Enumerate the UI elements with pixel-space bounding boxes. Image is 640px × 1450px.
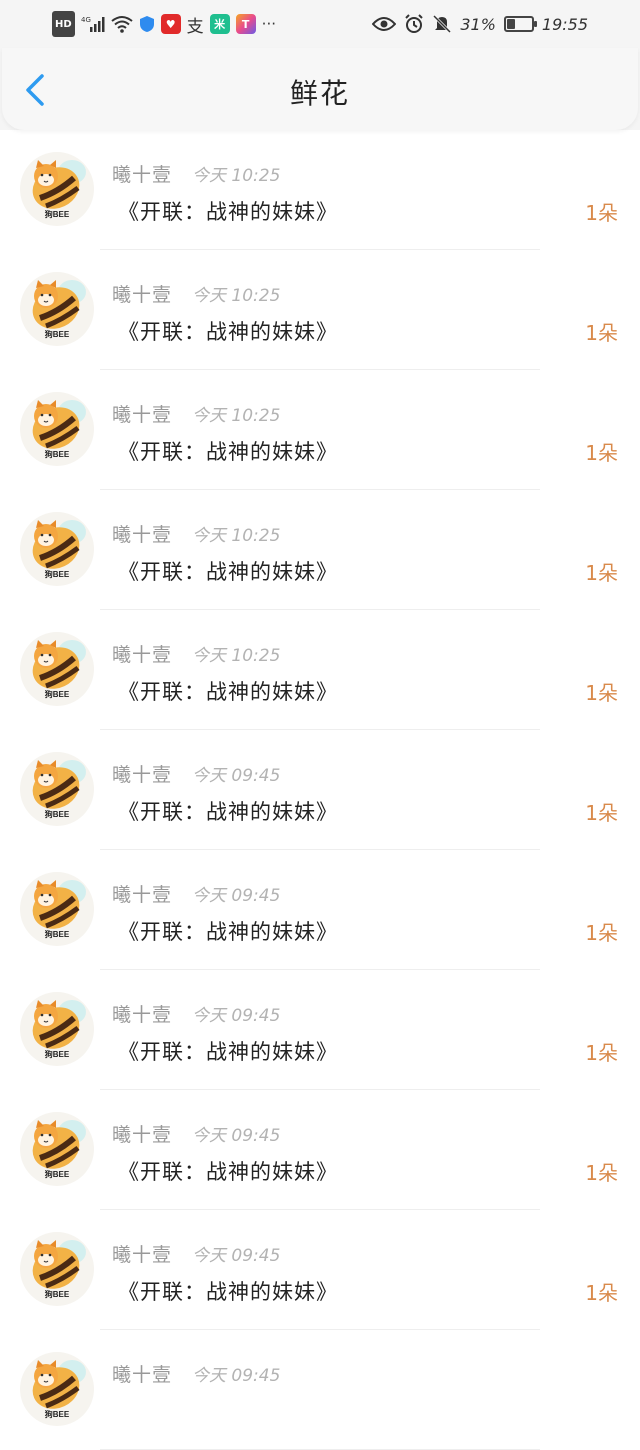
hd-badge: HD [52,11,75,37]
sender-name[interactable]: 曦十壹 [112,640,172,667]
flower-count: 1朵 [585,201,618,225]
status-bar-left: HD 4G ♥ 支 米 T ··· [52,11,276,37]
flower-count: 1朵 [585,1161,618,1185]
avatar[interactable]: 狗BEE [20,1232,94,1306]
timestamp: 今天 09:45 [192,1246,281,1266]
avatar-label: 狗BEE [44,1050,70,1059]
sender-name[interactable]: 曦十壹 [112,880,172,907]
timestamp: 今天 10:25 [192,406,281,426]
shield-icon [139,13,155,35]
status-bar: HD 4G ♥ 支 米 T ··· 31% 19:55 [0,0,640,48]
avatar[interactable]: 狗BEE [20,632,94,706]
avatar-label: 狗BEE [44,810,70,819]
list-item[interactable]: 狗BEE 曦十壹 今天 09:45 《开联：战神的妹妹》 1朵 [0,1090,640,1210]
list-item[interactable]: 狗BEE 曦十壹 今天 09:45 《开联：战神的妹妹》 1朵 [0,850,640,970]
flower-count: 1朵 [585,321,618,345]
avatar-label: 狗BEE [44,210,70,219]
alipay-icon: 支 [186,16,204,37]
list-item[interactable]: 狗BEE 曦十壹 今天 10:25 《开联：战神的妹妹》 1朵 [0,130,640,250]
list-item[interactable]: 狗BEE 曦十壹 今天 10:25 《开联：战神的妹妹》 1朵 [0,610,640,730]
flower-count: 1朵 [585,681,618,705]
sender-name[interactable]: 曦十壹 [112,400,172,427]
flower-count: 1朵 [585,801,618,825]
bell-muted-icon [432,13,452,35]
list-item[interactable]: 狗BEE 曦十壹 今天 09:45 [0,1330,640,1450]
list-item[interactable]: 狗BEE 曦十壹 今天 10:25 《开联：战神的妹妹》 1朵 [0,490,640,610]
colorful-app-icon: T [235,14,256,34]
gift-title[interactable]: 《开联：战神的妹妹》 [118,796,338,826]
eye-icon [372,13,397,35]
timestamp: 今天 10:25 [192,286,281,306]
timestamp: 今天 09:45 [192,1126,281,1146]
sender-name[interactable]: 曦十壹 [112,520,172,547]
flower-gift-list: 狗BEE 曦十壹 今天 10:25 《开联：战神的妹妹》 1朵 狗BEE 曦十壹… [0,130,640,1450]
avatar-label: 狗BEE [44,1170,70,1179]
battery-level-fill [506,19,515,29]
timestamp: 今天 09:45 [192,766,281,786]
list-item[interactable]: 狗BEE 曦十壹 今天 09:45 《开联：战神的妹妹》 1朵 [0,1210,640,1330]
sender-name[interactable]: 曦十壹 [112,760,172,787]
gift-title[interactable]: 《开联：战神的妹妹》 [118,916,338,946]
avatar[interactable]: 狗BEE [20,272,94,346]
avatar[interactable]: 狗BEE [20,152,94,226]
sender-name[interactable]: 曦十壹 [112,1120,172,1147]
list-item[interactable]: 狗BEE 曦十壹 今天 09:45 《开联：战神的妹妹》 1朵 [0,970,640,1090]
gift-title[interactable]: 《开联：战神的妹妹》 [118,1156,338,1186]
network-type: 4G [81,16,91,24]
flower-count: 1朵 [585,561,618,585]
avatar[interactable]: 狗BEE [20,1112,94,1186]
sender-name[interactable]: 曦十壹 [112,1240,172,1267]
timestamp: 今天 10:25 [192,646,281,666]
gift-title[interactable]: 《开联：战神的妹妹》 [118,196,338,226]
avatar-label: 狗BEE [44,1410,70,1419]
header-card: 鲜花 [2,48,638,130]
timestamp: 今天 10:25 [192,526,281,546]
signal-icon: 4G [81,13,105,35]
gift-title[interactable]: 《开联：战神的妹妹》 [118,436,338,466]
clock: 19:55 [541,14,588,34]
page-title: 鲜花 [289,77,350,110]
avatar-label: 狗BEE [44,690,70,699]
avatar[interactable]: 狗BEE [20,1352,94,1426]
status-bar-right: 31% 19:55 [372,12,588,36]
timestamp: 今天 10:25 [192,166,281,186]
flower-count: 1朵 [585,1281,618,1305]
mi-app-icon: 米 [209,14,230,34]
gift-title[interactable]: 《开联：战神的妹妹》 [118,676,338,706]
sender-name[interactable]: 曦十壹 [112,160,172,187]
more-notifications: ··· [261,15,276,33]
wifi-icon [111,13,133,35]
avatar-label: 狗BEE [44,450,70,459]
list-item[interactable]: 狗BEE 曦十壹 今天 09:45 《开联：战神的妹妹》 1朵 [0,730,640,850]
list-item[interactable]: 狗BEE 曦十壹 今天 10:25 《开联：战神的妹妹》 1朵 [0,250,640,370]
sender-name[interactable]: 曦十壹 [112,280,172,307]
avatar-label: 狗BEE [44,1290,70,1299]
gift-title[interactable]: 《开联：战神的妹妹》 [118,316,338,346]
heart-app-icon: ♥ [160,14,181,34]
flower-count: 1朵 [585,441,618,465]
alarm-icon [404,13,424,35]
gift-title[interactable]: 《开联：战神的妹妹》 [118,1276,338,1306]
header: 鲜花 [0,48,640,130]
avatar[interactable]: 狗BEE [20,992,94,1066]
avatar-label: 狗BEE [44,570,70,579]
timestamp: 今天 09:45 [192,1006,281,1026]
gift-title[interactable]: 《开联：战神的妹妹》 [118,1036,338,1066]
list-item[interactable]: 狗BEE 曦十壹 今天 10:25 《开联：战神的妹妹》 1朵 [0,370,640,490]
timestamp: 今天 09:45 [192,886,281,906]
battery-percent: 31% [460,14,496,34]
avatar[interactable]: 狗BEE [20,392,94,466]
avatar[interactable]: 狗BEE [20,512,94,586]
battery-icon [503,16,537,32]
timestamp: 今天 09:45 [192,1366,281,1386]
sender-name[interactable]: 曦十壹 [112,1000,172,1027]
gift-title[interactable]: 《开联：战神的妹妹》 [118,556,338,586]
avatar-label: 狗BEE [44,930,70,939]
avatar[interactable]: 狗BEE [20,872,94,946]
flower-count: 1朵 [585,1041,618,1065]
flower-count: 1朵 [585,921,618,945]
avatar[interactable]: 狗BEE [20,752,94,826]
avatar-label: 狗BEE [44,330,70,339]
sender-name[interactable]: 曦十壹 [112,1360,172,1387]
